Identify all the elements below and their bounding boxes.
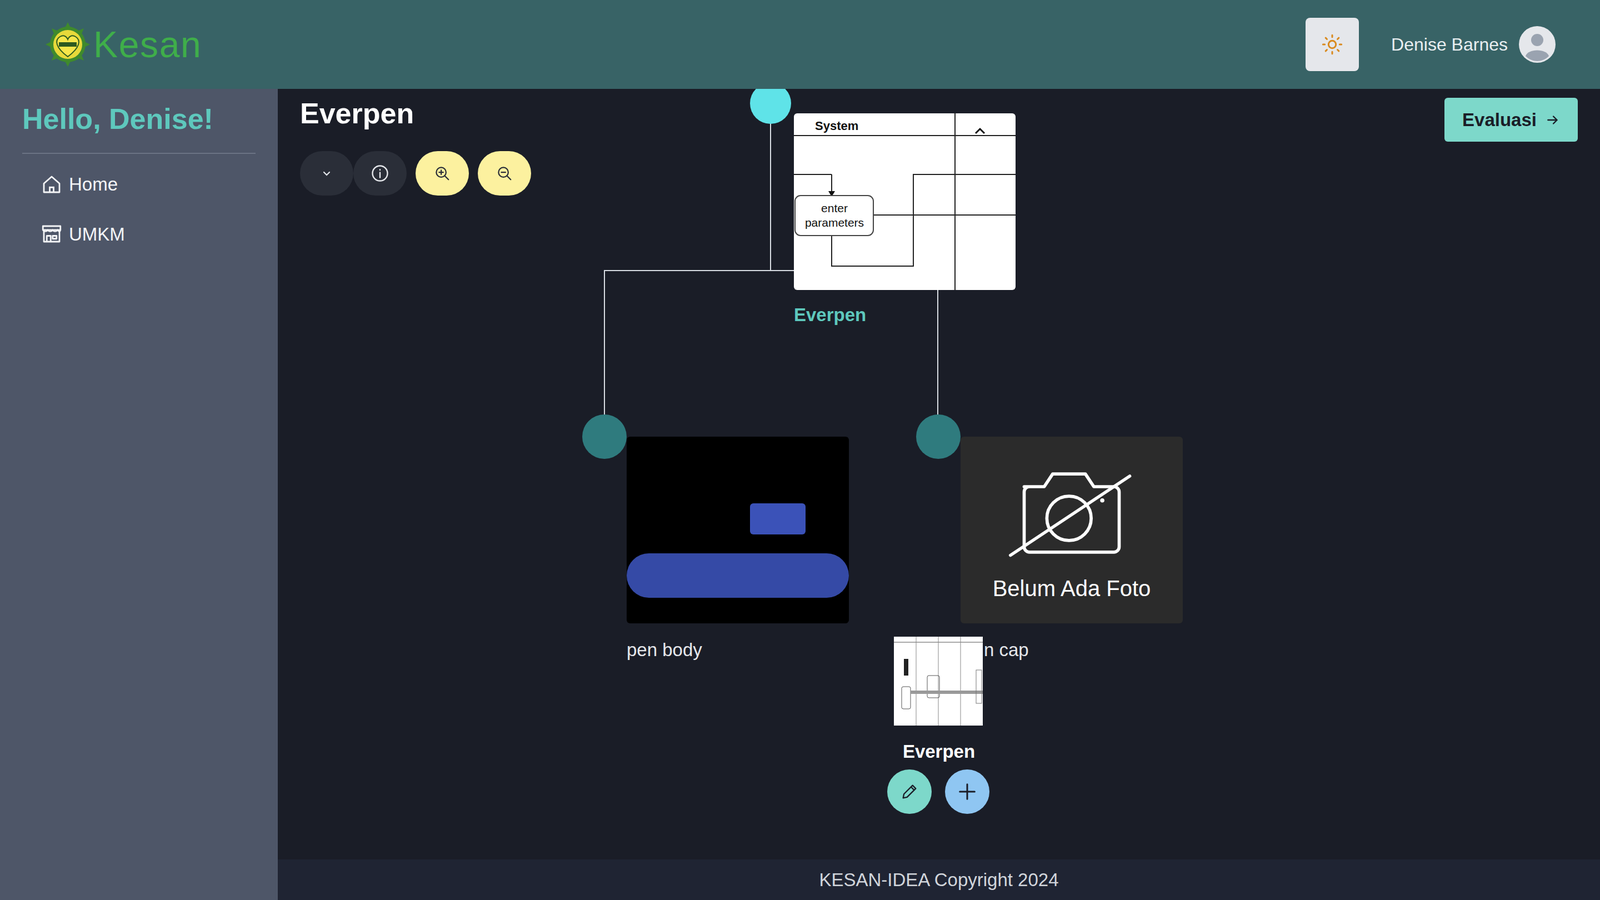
photo-shape — [626, 553, 849, 598]
no-photo-icon — [988, 455, 1155, 561]
thumbnail-step: enter parameters — [797, 201, 872, 230]
logo-icon — [44, 21, 92, 68]
evaluate-button[interactable]: Evaluasi — [1444, 97, 1578, 142]
arrow-right-icon — [1545, 112, 1560, 128]
main-area: System enter parameters Everpen pen body Bel… — [277, 88, 1600, 900]
pencil-icon — [900, 782, 919, 802]
child-placeholder[interactable]: Belum Ada Foto — [960, 436, 1183, 624]
sidebar: Hello, Denise! Home UMKM — [0, 88, 278, 900]
add-button[interactable] — [945, 769, 990, 814]
plus-icon — [956, 780, 979, 803]
tree-connector — [604, 270, 772, 272]
thumbnail-title: System — [815, 116, 859, 135]
sidebar-item[interactable]: UMKM — [40, 220, 256, 249]
greeting: Hello, Denise! — [22, 101, 256, 138]
theme-toggle[interactable] — [1305, 17, 1359, 72]
child-node-handle[interactable] — [582, 414, 627, 459]
zoom-in-icon — [433, 165, 451, 182]
zoom-out-icon — [496, 165, 513, 182]
zoom-in-button[interactable] — [415, 151, 469, 196]
popup-diagram — [893, 636, 983, 726]
zoom-out-button[interactable] — [477, 151, 532, 196]
collapse-button[interactable] — [300, 151, 354, 196]
child-node-handle[interactable] — [916, 414, 961, 459]
root-node-handle[interactable] — [750, 88, 792, 124]
sidebar-label: Home — [68, 170, 118, 199]
home-icon — [40, 172, 64, 197]
edit-button[interactable] — [887, 769, 932, 814]
root-node-card[interactable]: System enter parameters — [793, 113, 1016, 290]
photo-shape — [750, 503, 806, 535]
copyright: KESAN-IDEA Copyright 2024 — [818, 866, 1059, 894]
user-name: Denise Barnes — [1391, 31, 1508, 58]
sidebar-divider — [22, 152, 256, 154]
logo[interactable]: Kesan — [44, 21, 202, 68]
store-icon — [40, 222, 64, 246]
sidebar-label: UMKM — [68, 220, 125, 249]
popup-thumbnail — [893, 636, 983, 726]
chevron-down-icon — [320, 166, 334, 180]
child-node-label: pen body — [626, 636, 703, 664]
tree-connector — [603, 270, 605, 416]
sidebar-menu: Home UMKM — [22, 170, 256, 248]
popup-title: Everpen — [883, 737, 995, 766]
child-photo[interactable] — [626, 436, 849, 624]
sun-icon — [1321, 33, 1344, 56]
child-node-label: n cap — [983, 636, 1029, 664]
logo-text: Kesan — [93, 26, 202, 63]
user-avatar-icon — [1518, 26, 1556, 63]
page-title: Everpen — [300, 98, 532, 128]
toolbar — [300, 151, 532, 196]
root-node-label: Everpen — [793, 301, 867, 329]
tree-connector — [937, 290, 939, 416]
tree-canvas[interactable]: System enter parameters Everpen pen body Bel… — [277, 88, 1600, 860]
top-bar: Kesan Denise Barnes — [0, 0, 1600, 89]
info-button[interactable] — [353, 151, 407, 196]
tree-connector — [770, 103, 772, 271]
evaluate-label: Evaluasi — [1462, 106, 1537, 134]
user-menu[interactable]: Denise Barnes — [1391, 26, 1556, 63]
footer: KESAN-IDEA Copyright 2024 — [277, 859, 1600, 900]
no-photo-text: Belum Ada Foto — [992, 571, 1152, 605]
tree-connector — [770, 270, 794, 272]
sidebar-item[interactable]: Home — [40, 170, 256, 199]
info-icon — [370, 163, 390, 184]
